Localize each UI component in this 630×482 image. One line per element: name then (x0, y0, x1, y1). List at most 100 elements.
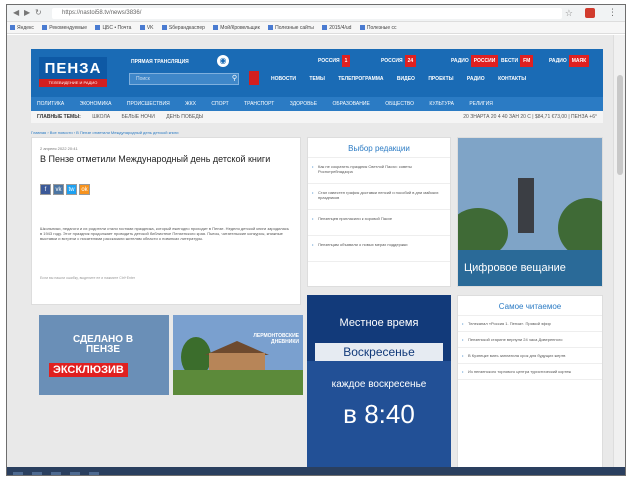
main-topics-label: ГЛАВНЫЕ ТЕМЫ: (37, 114, 81, 120)
taskbar-app-icon[interactable] (13, 472, 23, 475)
bookmark-item[interactable]: ЦБС • Почта (95, 25, 131, 31)
article-card: 2 апреля 2022 20:41 В Пензе отметили Меж… (31, 137, 301, 305)
list-item[interactable]: Пензенцев пригласили к хоровой Пасхе (308, 210, 450, 236)
content-area: 2 апреля 2022 20:41 В Пензе отметили Меж… (31, 137, 603, 475)
nav-item[interactable]: СПОРТ (211, 101, 228, 107)
scrollbar[interactable] (613, 35, 625, 475)
extension-icon[interactable] (585, 8, 595, 18)
show-title: Местное время (339, 317, 419, 329)
made-in-penza-promo[interactable]: СДЕЛАНО В ПЕНЗЕ ЭКСКЛЮЗИВ (39, 315, 169, 395)
editor-choice-panel: Выбор редакции Как не сократить праздник… (307, 137, 451, 287)
info-ticker: 20 ЗНАРТА 20 4 40 ЗАН 20 С | $84,71 €73,… (463, 114, 597, 120)
nav-item[interactable]: ЭКОНОМИКА (80, 101, 112, 107)
nav-item[interactable]: ТРАНСПОРТ (244, 101, 274, 107)
list-item[interactable]: Телеканал «Россия 1. Пенза». Прямой эфир (458, 316, 602, 332)
bookmarks-bar: Яндекс Рекомендуемые ЦБС • Почта VK Sбер… (7, 22, 625, 34)
bookmark-star-icon[interactable]: ☆ (565, 8, 573, 19)
facebook-icon[interactable]: f (40, 184, 51, 195)
nav-item[interactable]: ЗДОРОВЬЕ (290, 101, 317, 107)
channel-rossiya1[interactable]: РОССИЯ 1 (318, 55, 351, 67)
bookmark-item[interactable]: Мой/Кровельщик (213, 25, 260, 31)
top-menu-item[interactable]: ВИДЕО (397, 76, 415, 82)
list-item[interactable]: Из пензенского торгового центра туристич… (458, 364, 602, 380)
taskbar-app-icon[interactable] (32, 472, 42, 475)
logo-text: ПЕНЗА (44, 60, 102, 77)
site-logo[interactable]: ПЕНЗА ТЕЛЕВИДЕНИЕ И РАДИО (39, 57, 107, 87)
search-input[interactable]: Поиск ⚲ (129, 73, 239, 85)
lermontov-diaries-promo[interactable]: ЛЕРМОНТОВСКИЕ ДНЕВНИКИ (173, 315, 303, 395)
list-item[interactable]: Стал известен график доставки пенсий и п… (308, 184, 450, 210)
article-footer: Если вы нашли ошибку, выделите ее и нажм… (40, 276, 136, 280)
vk-icon[interactable]: vk (53, 184, 64, 195)
nav-item[interactable]: ОБЩЕСТВО (385, 101, 414, 107)
top-menu-item[interactable]: НОВОСТИ (271, 76, 296, 82)
article-title: В Пензе отметили Международный день детс… (40, 154, 271, 164)
nav-item[interactable]: ПРОИСШЕСТВИЯ (127, 101, 170, 107)
bookmark-item[interactable]: Полезные сс (359, 25, 397, 31)
list-item[interactable]: В Кузнецке мать заплатила срок для будущ… (458, 348, 602, 364)
channel-rossiya24[interactable]: РОССИЯ 24 (381, 55, 417, 67)
breadcrumb[interactable]: Главная › Все новости › В Пензе отметили… (31, 130, 178, 135)
nav-item[interactable]: КУЛЬТУРА (429, 101, 454, 107)
list-item[interactable]: Как не сократить праздник Светлой Пасхи:… (308, 158, 450, 184)
digital-broadcast-banner[interactable]: Цифровое вещание (457, 137, 603, 287)
address-bar: ◀ ▶ ↻ https://nastoi58.tv/news/3836/ ☆ ⋮ (7, 5, 625, 22)
article-body: Школьники, педагоги и их родители стали … (40, 226, 289, 241)
channel-radio-rossii[interactable]: РАДИО РОССИИ (451, 55, 499, 67)
main-nav: ПОЛИТИКА ЭКОНОМИКА ПРОИСШЕСТВИЯ ЖКХ СПОР… (31, 97, 603, 111)
top-menu-item[interactable]: ПРОЕКТЫ (428, 76, 453, 82)
twitter-icon[interactable]: tw (66, 184, 77, 195)
search-icon[interactable]: ⚲ (232, 75, 237, 83)
channel-vesti-fm[interactable]: ВЕСТИ FM (501, 55, 534, 67)
share-buttons: f vk tw ok (40, 178, 100, 195)
topic-link[interactable]: БЕЛЫЕ НОЧИ (121, 114, 154, 120)
nav-item[interactable]: ПОЛИТИКА (37, 101, 64, 107)
bookmark-item[interactable]: VK (139, 25, 153, 31)
top-menu-item[interactable]: ТЕМЫ (309, 76, 324, 82)
taskbar-app-icon[interactable] (89, 472, 99, 475)
local-time-banner[interactable]: Местное время Воскресенье каждое воскрес… (307, 295, 451, 475)
top-menu-item[interactable]: КОНТАКТЫ (498, 76, 526, 82)
list-item[interactable]: Пензенской старине вернули 24 часа Довер… (458, 332, 602, 348)
bookmark-item[interactable]: 2015/4/ud (322, 25, 351, 31)
list-item[interactable]: Пензенцам объявили о новых мерах поддерж… (308, 236, 450, 262)
banner-text: Цифровое вещание (464, 262, 566, 274)
show-schedule: каждое воскресенье (331, 379, 427, 390)
topic-link[interactable]: ШКОЛА (92, 114, 110, 120)
nav-item[interactable]: ЖКХ (185, 101, 196, 107)
bookmark-item[interactable]: Полезные сайты (268, 25, 314, 31)
taskbar-app-icon[interactable] (51, 472, 61, 475)
most-read-panel: Самое читаемое Телеканал «Россия 1. Пенз… (457, 295, 603, 475)
taskbar-app-icon[interactable] (70, 472, 80, 475)
topics-bar: ГЛАВНЫЕ ТЕМЫ: ШКОЛА БЕЛЫЕ НОЧИ ДЕНЬ ПОБЕ… (31, 111, 603, 123)
browser-window: ◀ ▶ ↻ https://nastoi58.tv/news/3836/ ☆ ⋮… (6, 4, 626, 476)
live-stream-link[interactable]: ПРЯМАЯ ТРАНСЛЯЦИЯ (131, 59, 189, 65)
menu-icon[interactable]: ⋮ (608, 7, 617, 18)
promo-label: ЛЕРМОНТОВСКИЕ ДНЕВНИКИ (253, 333, 299, 345)
channel-radio-mayak[interactable]: РАДИО МАЯК (549, 55, 590, 67)
nav-item[interactable]: РЕЛИГИЯ (469, 101, 492, 107)
back-icon[interactable]: ◀ (13, 9, 19, 17)
nav-item[interactable]: ОБРАЗОВАНИЕ (332, 101, 369, 107)
scrollbar-thumb[interactable] (617, 75, 623, 175)
top-menu-item[interactable]: ТЕЛЕПРОГРАММА (338, 76, 383, 82)
show-day: Воскресенье (315, 343, 443, 361)
logo-subtitle: ТЕЛЕВИДЕНИЕ И РАДИО (39, 79, 107, 87)
show-time: в 8:40 (343, 399, 415, 429)
odnoklassniki-icon[interactable]: ok (79, 184, 90, 195)
topic-link[interactable]: ДЕНЬ ПОБЕДЫ (166, 114, 203, 120)
forward-icon[interactable]: ▶ (24, 9, 30, 17)
bookmark-item[interactable]: Яндекс (10, 25, 34, 31)
bookmark-item[interactable]: Рекомендуемые (42, 25, 87, 31)
live-broadcast-icon[interactable]: ◉ (217, 55, 229, 67)
top-menu-item[interactable]: РАДИО (467, 76, 485, 82)
reload-icon[interactable]: ↻ (35, 9, 42, 17)
web-page: ПЕНЗА ТЕЛЕВИДЕНИЕ И РАДИО ПРЯМАЯ ТРАНСЛЯ… (7, 35, 613, 475)
site-header: ПЕНЗА ТЕЛЕВИДЕНИЕ И РАДИО ПРЯМАЯ ТРАНСЛЯ… (31, 49, 603, 97)
taskbar (7, 467, 625, 475)
promo-exclusive-label: ЭКСКЛЮЗИВ (49, 363, 128, 377)
url-input[interactable]: https://nastoi58.tv/news/3836/ (52, 8, 562, 19)
bookmark-item[interactable]: Sберандкаспер (161, 25, 205, 31)
top-menu: НОВОСТИ ТЕМЫ ТЕЛЕПРОГРАММА ВИДЕО ПРОЕКТЫ… (271, 76, 538, 86)
editor-choice-title: Выбор редакции (308, 138, 450, 158)
